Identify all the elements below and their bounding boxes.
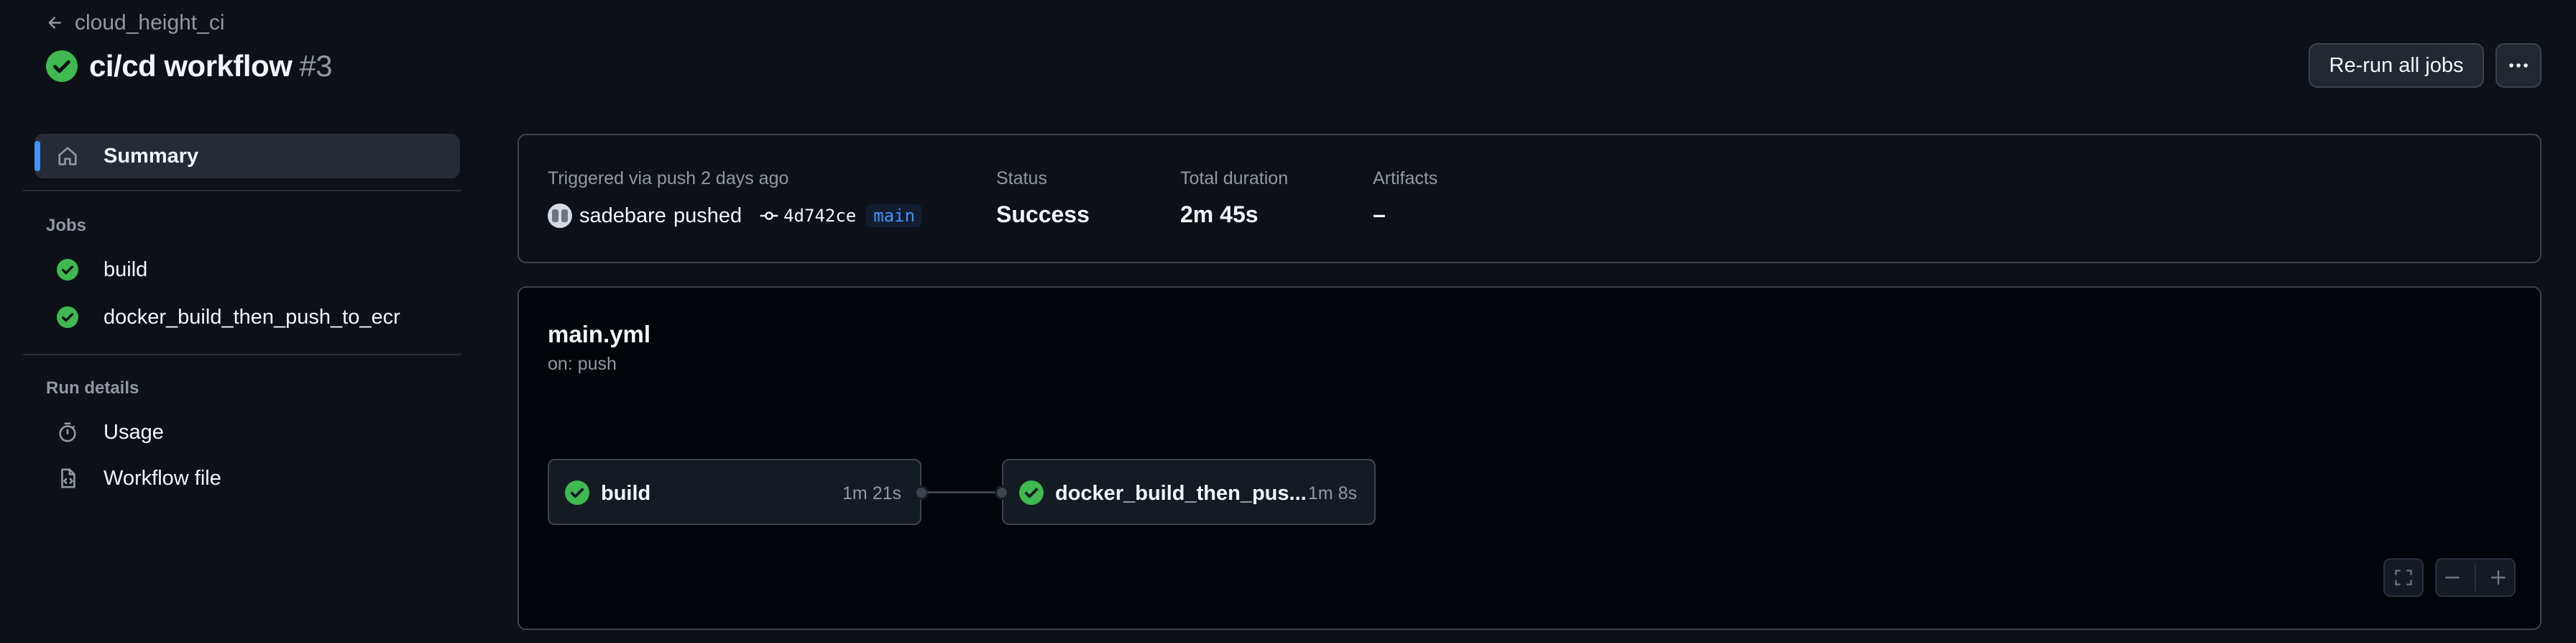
zoom-controls (2435, 558, 2516, 597)
zoom-in-button[interactable] (2488, 567, 2508, 588)
sidebar-item-usage[interactable]: Usage (34, 410, 460, 455)
plus-icon (2490, 570, 2506, 585)
check-circle-fill-icon (46, 50, 78, 82)
page-title-row: ci/cd workflow #3 (46, 46, 333, 86)
screen-full-icon (2395, 570, 2412, 585)
duration-label: Total duration (1180, 168, 1289, 188)
trigger-text: Triggered via push 2 days ago (548, 168, 789, 188)
job-name: build (601, 482, 651, 505)
jobs-section-title: Jobs (46, 216, 87, 235)
check-circle-fill-icon (56, 306, 79, 329)
check-circle-fill-icon (56, 258, 79, 281)
page-title: ci/cd workflow #3 (89, 49, 333, 83)
sidebar-item-label: docker_build_then_push_to_ecr (104, 305, 400, 329)
workflow-title: ci/cd workflow (89, 49, 293, 83)
branch-tag[interactable]: main (866, 204, 923, 227)
push-action: pushed (673, 204, 742, 227)
zoom-divider (2474, 564, 2476, 591)
job-output-port (914, 485, 929, 500)
commit-sha: 4d742ce (783, 206, 857, 226)
check-circle-fill-icon (565, 480, 589, 505)
run-number: #3 (299, 49, 333, 83)
sidebar-item-label: Summary (104, 144, 199, 168)
job-node-docker[interactable]: docker_build_then_pus... 1m 8s (995, 459, 1376, 525)
sidebar-item-label: build (104, 257, 148, 281)
git-commit-icon (760, 211, 778, 220)
artifacts-value: – (1373, 201, 1386, 227)
sidebar-item-workflow-file[interactable]: Workflow file (34, 456, 460, 501)
workflow-trigger: on: push (548, 354, 617, 374)
sidebar-divider (23, 190, 461, 191)
job-node-build[interactable]: build 1m 21s (548, 459, 929, 525)
artifacts-label: Artifacts (1373, 168, 1438, 188)
sidebar-item-job-docker[interactable]: docker_build_then_push_to_ecr (34, 295, 460, 339)
stopwatch-icon (56, 421, 79, 444)
workflow-file-name: main.yml (548, 321, 651, 347)
workflow-run-page: cloud_height_ci ci/cd workflow #3 Re-run … (0, 0, 2576, 643)
back-link[interactable]: cloud_height_ci (46, 9, 225, 37)
job-connector (927, 491, 1000, 493)
job-input-port (995, 485, 1009, 500)
commit-link[interactable]: 4d742ce (759, 206, 856, 226)
avatar[interactable] (548, 204, 572, 228)
workflow-graph-panel: main.yml on: push build 1m 21s docker_bu… (518, 286, 2542, 630)
sidebar-item-summary[interactable]: Summary (34, 134, 460, 178)
job-duration: 1m 21s (842, 483, 901, 503)
home-icon (56, 145, 79, 168)
sidebar-item-label: Usage (104, 420, 164, 444)
sidebar-item-job-build[interactable]: build (34, 247, 460, 292)
file-code-icon (56, 467, 79, 490)
active-indicator (34, 141, 40, 171)
run-summary-panel: Triggered via push 2 days ago sadebare p… (518, 134, 2542, 263)
more-options-button[interactable] (2496, 43, 2542, 88)
run-details-section-title: Run details (46, 378, 139, 398)
zoom-out-button[interactable] (2442, 567, 2462, 588)
job-name: docker_build_then_pus... (1055, 482, 1307, 505)
duration-value: 2m 45s (1180, 201, 1259, 227)
dash-icon (2445, 576, 2460, 579)
job-duration: 1m 8s (1307, 483, 1357, 503)
user-link[interactable]: sadebare (579, 204, 666, 228)
sidebar-divider (23, 354, 461, 355)
kebab-horizontal-icon (2509, 63, 2528, 68)
fullscreen-button[interactable] (2383, 558, 2424, 597)
status-label: Status (996, 168, 1047, 188)
trigger-info: sadebare pushed 4d742ce main (548, 201, 923, 230)
rerun-all-jobs-button[interactable]: Re-run all jobs (2309, 43, 2484, 88)
sidebar-item-label: Workflow file (104, 466, 221, 490)
check-circle-fill-icon (1019, 480, 1044, 505)
status-value: Success (996, 201, 1090, 227)
arrow-left-icon (48, 17, 62, 29)
back-link-label: cloud_height_ci (75, 11, 225, 35)
